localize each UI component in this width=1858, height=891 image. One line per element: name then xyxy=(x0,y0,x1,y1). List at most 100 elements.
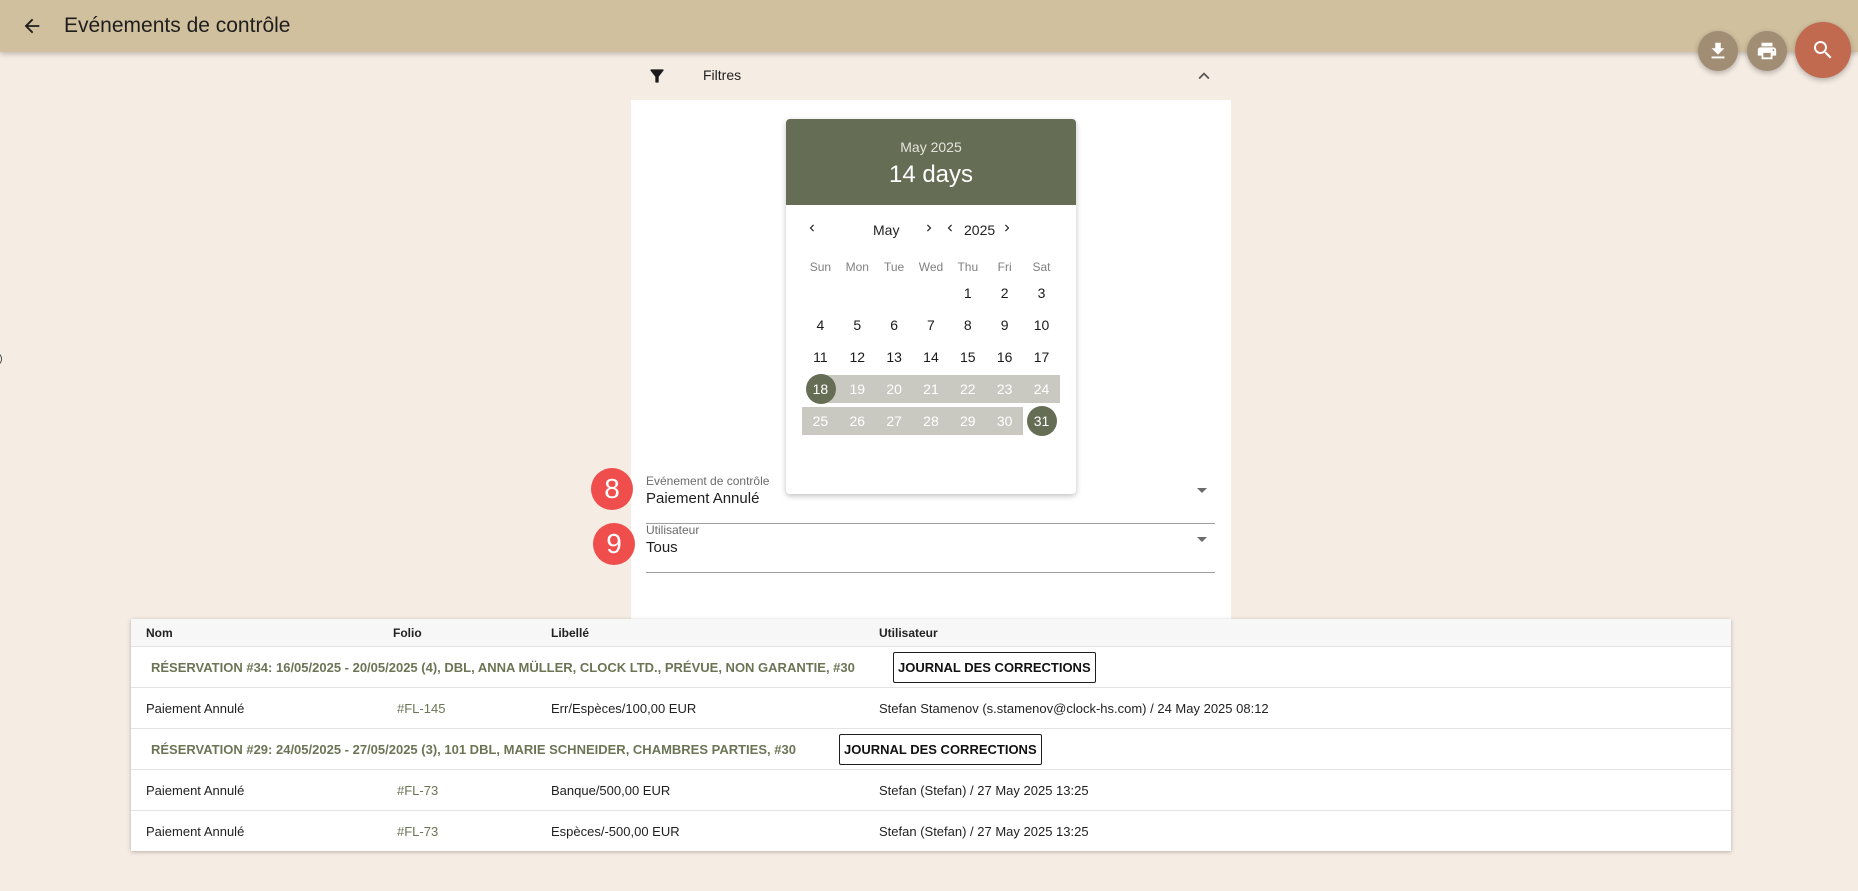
calendar-day[interactable]: 17 xyxy=(1023,343,1060,371)
table-row[interactable]: Paiement Annulé #FL-73 Banque/500,00 EUR… xyxy=(131,770,1731,811)
cell-libelle: Banque/500,00 EUR xyxy=(551,783,671,798)
cell-utilisateur: Stefan Stamenov (s.stamenov@clock-hs.com… xyxy=(879,701,1269,716)
download-icon xyxy=(1711,42,1725,59)
weekday-label: Fri xyxy=(997,260,1012,274)
annotation-badge-9: 9 xyxy=(593,523,635,565)
calendar-day[interactable]: 28 xyxy=(912,407,950,435)
calendar-week: 25 26 27 28 29 30 31 xyxy=(802,405,1060,437)
cell-folio-link[interactable]: #FL-73 xyxy=(397,783,438,798)
calendar-header-month: May 2025 xyxy=(900,139,962,155)
calendar-day[interactable]: 9 xyxy=(986,311,1023,339)
cell-nom: Paiement Annulé xyxy=(146,701,245,716)
cell-folio-link[interactable]: #FL-145 xyxy=(397,701,445,716)
chevron-right-icon xyxy=(1005,224,1010,232)
column-header-folio: Folio xyxy=(393,626,422,640)
calendar-day[interactable]: 12 xyxy=(839,343,876,371)
prev-month-button[interactable] xyxy=(802,218,822,238)
next-month-button[interactable] xyxy=(919,218,939,238)
date-range-calendar: May 2025 14 days May 2025 Sun Mon Tue We… xyxy=(786,119,1076,494)
chevron-up-icon[interactable] xyxy=(1193,65,1215,87)
calendar-week: 18 19 20 21 22 23 24 xyxy=(802,373,1060,405)
search-icon xyxy=(1814,41,1832,59)
calendar-day[interactable]: 4 xyxy=(802,311,839,339)
annotation-badge-8: 8 xyxy=(591,468,633,510)
app-bar: Evénements de contrôle xyxy=(0,0,1858,52)
table-row[interactable]: Paiement Annulé #FL-73 Espèces/-500,00 E… xyxy=(131,811,1731,852)
reservation-title: RÉSERVATION #29: 24/05/2025 - 27/05/2025… xyxy=(151,742,796,757)
cell-libelle: Espèces/-500,00 EUR xyxy=(551,824,680,839)
filter-header[interactable]: Filtres xyxy=(631,52,1231,100)
calendar-day[interactable]: 20 xyxy=(875,375,913,403)
calendar-day[interactable]: 15 xyxy=(949,343,986,371)
calendar-day-range-start[interactable]: 18 xyxy=(802,374,839,404)
user-select[interactable]: Utilisateur Tous xyxy=(646,523,1215,573)
column-header-utilisateur: Utilisateur xyxy=(879,626,938,640)
weekday-label: Tue xyxy=(883,260,905,274)
nav-month-label[interactable]: May xyxy=(873,222,899,238)
calendar-day[interactable]: 26 xyxy=(838,407,876,435)
download-button[interactable] xyxy=(1698,31,1738,71)
calendar-week: 4 5 6 7 8 9 10 xyxy=(802,309,1060,341)
calendar-day[interactable]: 11 xyxy=(802,343,839,371)
calendar-day[interactable]: 3 xyxy=(1023,279,1060,307)
weekday-label: Thu xyxy=(957,260,979,274)
event-select-label: Evénement de contrôle xyxy=(646,474,770,488)
search-button[interactable] xyxy=(1795,22,1851,78)
print-button[interactable] xyxy=(1747,31,1787,71)
calendar-day[interactable]: 24 xyxy=(1023,375,1060,403)
filter-icon xyxy=(650,69,664,83)
calendar-week: 11 12 13 14 15 16 17 xyxy=(802,341,1060,373)
calendar-day[interactable]: 25 xyxy=(802,407,839,435)
calendar-day[interactable]: 30 xyxy=(986,407,1024,435)
calendar-day[interactable]: 14 xyxy=(913,343,950,371)
journal-corrections-button[interactable]: JOURNAL DES CORRECTIONS xyxy=(839,734,1042,765)
calendar-days: 1 2 3 4 5 6 7 8 9 10 11 12 13 14 15 16 17 18 19 20 21 22 23 24 2… xyxy=(802,277,1060,437)
calendar-day[interactable]: 5 xyxy=(839,311,876,339)
print-icon xyxy=(1757,42,1777,60)
calendar-day[interactable]: 10 xyxy=(1023,311,1060,339)
page-title: Evénements de contrôle xyxy=(64,14,291,37)
calendar-day[interactable]: 8 xyxy=(949,311,986,339)
side-handle[interactable] xyxy=(0,352,2,366)
calendar-empty-cell xyxy=(839,279,876,307)
chevron-left-icon xyxy=(947,224,952,232)
calendar-day[interactable]: 27 xyxy=(875,407,913,435)
filter-body: May 2025 14 days May 2025 Sun Mon Tue We… xyxy=(591,100,1231,619)
calendar-empty-cell xyxy=(876,279,913,307)
chevron-right-icon xyxy=(927,224,932,232)
next-year-button[interactable] xyxy=(997,218,1017,238)
calendar-day[interactable]: 13 xyxy=(876,343,913,371)
reservation-title: RÉSERVATION #34: 16/05/2025 - 20/05/2025… xyxy=(151,660,855,675)
cell-nom: Paiement Annulé xyxy=(146,783,245,798)
event-select-value: Paiement Annulé xyxy=(646,490,760,507)
dropdown-arrow-icon xyxy=(1197,537,1207,542)
calendar-day[interactable]: 1 xyxy=(949,279,986,307)
calendar-day[interactable]: 22 xyxy=(949,375,987,403)
prev-year-button[interactable] xyxy=(940,218,960,238)
event-select[interactable]: Evénement de contrôle Paiement Annulé xyxy=(646,474,1215,524)
calendar-nav: May 2025 xyxy=(786,205,1076,249)
journal-corrections-button[interactable]: JOURNAL DES CORRECTIONS xyxy=(893,652,1096,683)
calendar-week: 123 xyxy=(802,277,1060,309)
calendar-day[interactable]: 2 xyxy=(986,279,1023,307)
calendar-day[interactable]: 29 xyxy=(949,407,987,435)
user-select-value: Tous xyxy=(646,539,678,556)
reservation-group-row: RÉSERVATION #34: 16/05/2025 - 20/05/2025… xyxy=(131,647,1731,688)
cell-folio-link[interactable]: #FL-73 xyxy=(397,824,438,839)
calendar-day[interactable]: 6 xyxy=(876,311,913,339)
table-row[interactable]: Paiement Annulé #FL-145 Err/Espèces/100,… xyxy=(131,688,1731,729)
weekday-label: Sat xyxy=(1032,260,1051,274)
calendar-day-range-end[interactable]: 31 xyxy=(1023,406,1060,436)
back-button[interactable] xyxy=(18,12,46,40)
column-header-libelle: Libellé xyxy=(551,626,590,640)
cell-utilisateur: Stefan (Stefan) / 27 May 2025 13:25 xyxy=(879,783,1089,798)
calendar-day[interactable]: 19 xyxy=(838,375,876,403)
calendar-range-label: 14 days xyxy=(888,161,974,188)
nav-year-label[interactable]: 2025 xyxy=(964,222,995,238)
calendar-day[interactable]: 23 xyxy=(986,375,1024,403)
calendar-day-label: 18 xyxy=(812,381,829,397)
cell-utilisateur: Stefan (Stefan) / 27 May 2025 13:25 xyxy=(879,824,1089,839)
calendar-day[interactable]: 16 xyxy=(986,343,1023,371)
calendar-day[interactable]: 7 xyxy=(913,311,950,339)
calendar-day[interactable]: 21 xyxy=(912,375,950,403)
